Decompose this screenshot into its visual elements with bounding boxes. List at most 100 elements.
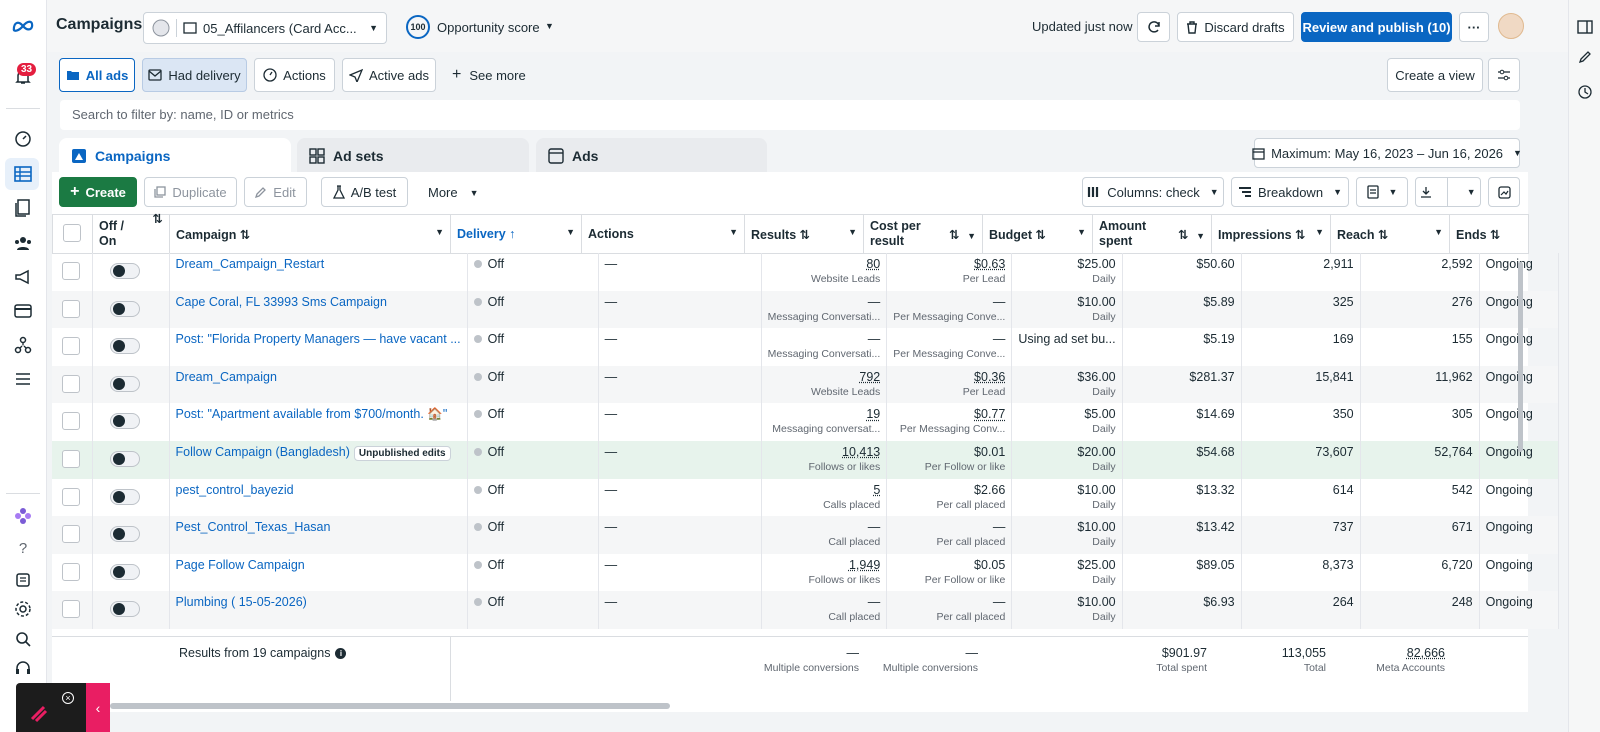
tab-adsets[interactable]: Ad sets: [297, 138, 529, 174]
row-checkbox[interactable]: [62, 262, 80, 280]
row-select-cell[interactable]: [52, 365, 93, 404]
duplicate-button[interactable]: Duplicate: [144, 177, 237, 207]
close-icon[interactable]: ×: [62, 692, 74, 704]
column-cost-per-result[interactable]: Cost per result ⇅ ▼: [863, 214, 983, 254]
on-off-toggle[interactable]: [109, 413, 140, 430]
floating-extension-widget[interactable]: × ‹: [16, 683, 110, 732]
budget-cell[interactable]: $10.00 Daily: [1011, 591, 1123, 629]
row-toggle-cell[interactable]: [92, 290, 170, 329]
filter-actions[interactable]: Actions: [254, 58, 335, 92]
collapse-chevron-icon[interactable]: ‹: [86, 683, 110, 732]
row-toggle-cell[interactable]: [92, 440, 170, 479]
campaign-name-cell[interactable]: pest_control_bayezid: [169, 478, 468, 517]
campaign-name-link[interactable]: Dream_Campaign: [176, 366, 461, 384]
on-off-toggle[interactable]: [109, 488, 140, 505]
filter-active-ads[interactable]: Active ads: [342, 58, 436, 92]
ab-test-button[interactable]: A/B test: [321, 177, 408, 207]
campaign-name-link[interactable]: Follow Campaign (Bangladesh) Unpublished …: [176, 441, 461, 461]
row-toggle-cell[interactable]: [92, 253, 170, 291]
column-actions[interactable]: Actions ▼: [581, 214, 745, 254]
campaign-name[interactable]: pest_control_bayezid: [176, 483, 294, 497]
campaign-name-cell[interactable]: Plumbing ( 15-05-2026): [169, 591, 468, 629]
campaign-name-link[interactable]: Plumbing ( 15-05-2026): [176, 591, 461, 609]
row-checkbox[interactable]: [62, 487, 80, 506]
filter-had-delivery[interactable]: Had delivery: [142, 58, 247, 92]
row-checkbox[interactable]: [62, 600, 80, 619]
campaign-name-link[interactable]: Page Follow Campaign: [176, 554, 461, 572]
support-headset-icon[interactable]: [12, 657, 34, 679]
tab-ads[interactable]: Ads: [536, 138, 767, 174]
campaign-name-link[interactable]: Post: "Florida Property Managers — have …: [176, 328, 461, 346]
on-off-toggle[interactable]: [109, 375, 140, 392]
info-icon[interactable]: i: [335, 647, 347, 659]
chevron-down-icon[interactable]: ▼: [545, 21, 554, 31]
menu-hamburger-icon[interactable]: [12, 368, 34, 390]
campaign-name[interactable]: Post: "Apartment available from $700/mon…: [176, 407, 448, 421]
on-off-toggle[interactable]: [109, 601, 140, 618]
search-icon[interactable]: [12, 628, 34, 650]
campaign-name[interactable]: Page Follow Campaign: [176, 558, 305, 572]
budget-cell[interactable]: $5.00 Daily: [1011, 403, 1123, 441]
select-all-header[interactable]: [52, 214, 93, 254]
table-row[interactable]: Plumbing ( 15-05-2026) Off — — Call placed — P…: [52, 591, 1559, 629]
row-checkbox[interactable]: [62, 374, 80, 393]
table-row[interactable]: pest_control_bayezid Off —5 Calls placed $2.…: [52, 478, 1559, 517]
row-checkbox[interactable]: [62, 337, 80, 356]
row-toggle-cell[interactable]: [92, 591, 170, 629]
row-checkbox[interactable]: [62, 562, 80, 581]
horizontal-scrollbar[interactable]: [110, 703, 670, 709]
campaign-name-link[interactable]: Cape Coral, FL 33993 Sms Campaign: [176, 291, 461, 309]
campaign-name-cell[interactable]: Dream_Campaign: [169, 365, 468, 404]
campaign-name[interactable]: Cape Coral, FL 33993 Sms Campaign: [176, 295, 387, 309]
campaign-name-cell[interactable]: Page Follow Campaign: [169, 553, 468, 592]
table-row[interactable]: Dream_Campaign_Restart Off — 80 Website Lead…: [52, 253, 1559, 291]
row-select-cell[interactable]: [52, 403, 93, 441]
campaign-name[interactable]: Pest_Control_Texas_Hasan: [176, 520, 331, 534]
table-row[interactable]: Cape Coral, FL 33993 Sms Campaign Off — — Me…: [52, 290, 1559, 329]
megaphone-icon[interactable]: [12, 266, 34, 288]
row-select-cell[interactable]: [52, 328, 93, 366]
pages-icon[interactable]: [12, 197, 34, 219]
more-options-button[interactable]: ···: [1459, 12, 1489, 42]
row-toggle-cell[interactable]: [92, 328, 170, 366]
budget-cell[interactable]: $10.00 Daily: [1011, 516, 1123, 554]
row-checkbox[interactable]: [62, 525, 80, 544]
budget-cell[interactable]: $10.00 Daily: [1011, 478, 1123, 517]
row-select-cell[interactable]: [52, 516, 93, 554]
campaign-name[interactable]: Dream_Campaign: [176, 370, 277, 384]
campaign-name-link[interactable]: Post: "Apartment available from $700/mon…: [176, 403, 461, 422]
campaign-name-link[interactable]: Dream_Campaign_Restart: [176, 253, 461, 271]
table-row[interactable]: Follow Campaign (Bangladesh) Unpublished …: [52, 440, 1559, 479]
opportunity-score-label[interactable]: Opportunity score: [437, 20, 540, 35]
column-ends[interactable]: Ends ⇅: [1449, 214, 1529, 254]
column-offon[interactable]: Off / On ⇅: [92, 212, 170, 254]
date-range-picker[interactable]: Maximum: May 16, 2023 – Jun 16, 2026 ▼: [1252, 138, 1522, 168]
table-row[interactable]: Dream_Campaign Off —792 Website Leads $0.36 P…: [52, 365, 1559, 404]
history-clock-icon[interactable]: [1574, 81, 1596, 103]
discard-drafts-button[interactable]: Discard drafts: [1177, 12, 1294, 42]
campaign-name-link[interactable]: pest_control_bayezid: [176, 479, 461, 497]
business-tools-icon[interactable]: [12, 334, 34, 356]
on-off-toggle[interactable]: [109, 338, 140, 355]
campaign-name[interactable]: Follow Campaign (Bangladesh): [176, 445, 350, 459]
budget-cell[interactable]: Using ad set bu...: [1011, 328, 1123, 366]
column-campaign[interactable]: Campaign ⇅ ▼: [169, 214, 451, 254]
audiences-icon[interactable]: [12, 232, 34, 254]
dashboard-gauge-icon[interactable]: [12, 128, 34, 150]
pencil-edit-icon[interactable]: [1574, 46, 1596, 68]
row-select-cell[interactable]: [52, 440, 93, 479]
create-button[interactable]: + Create: [59, 177, 137, 207]
vertical-scrollbar[interactable]: [1518, 262, 1523, 452]
column-results[interactable]: Results ⇅ ▼: [744, 214, 864, 254]
on-off-toggle[interactable]: [109, 526, 140, 543]
row-toggle-cell[interactable]: [92, 478, 170, 517]
campaign-name[interactable]: Post: "Florida Property Managers — have …: [176, 332, 461, 346]
campaign-name-cell[interactable]: Follow Campaign (Bangladesh) Unpublished …: [169, 440, 468, 479]
breakdown-selector[interactable]: Breakdown ▼: [1231, 177, 1349, 207]
refresh-button[interactable]: [1137, 12, 1170, 42]
row-toggle-cell[interactable]: [92, 516, 170, 554]
see-more-filters[interactable]: + See more: [452, 66, 526, 84]
row-select-cell[interactable]: [52, 253, 93, 291]
table-row[interactable]: Pest_Control_Texas_Hasan Off — — Call placed…: [52, 516, 1559, 554]
export-button[interactable]: ▼: [1415, 177, 1481, 207]
